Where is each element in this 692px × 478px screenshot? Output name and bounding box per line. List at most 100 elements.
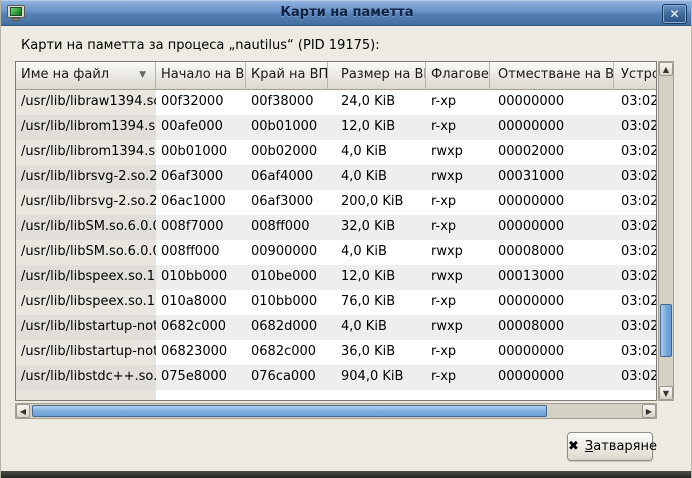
column-header-flags[interactable]: Флагове — [426, 62, 490, 90]
table-row[interactable]: /usr/lib/libSM.so.6.0.0008f7000008ff0003… — [16, 215, 657, 240]
cell-file: /usr/lib/libSM.so.6.0.0 — [16, 240, 156, 265]
cell-end: 010be000 — [246, 265, 328, 290]
scroll-left-button[interactable]: ◀ — [16, 404, 30, 418]
cell-start: 010a8000 — [156, 290, 246, 315]
cell-end: 00b02000 — [246, 140, 328, 165]
cell-size: 36,0 KiB — [328, 340, 426, 365]
cell-start: 008ff000 — [156, 240, 246, 265]
cell-flags: r-xp — [426, 340, 490, 365]
titlebar[interactable]: Карти на паметта ✕ — [1, 0, 692, 26]
table-row[interactable]: /usr/lib/librsvg-2.so.206ac100006af30002… — [16, 190, 657, 215]
horizontal-scrollbar[interactable]: ◀ ▶ — [15, 403, 657, 419]
table-row[interactable]: /usr/lib/libspeex.so.1010a8000010bb00076… — [16, 290, 657, 315]
cell-device: 03:02 — [614, 240, 657, 265]
column-header-filename[interactable]: Име на файл ▼ — [16, 62, 156, 90]
table-row[interactable]: /usr/lib/libraw1394.so00f3200000f3800024… — [16, 90, 657, 115]
close-x-icon: ✖ — [568, 439, 579, 454]
cell-end: 00b01000 — [246, 115, 328, 140]
column-header-vm-end[interactable]: Край на ВП — [246, 62, 328, 90]
cell-size: 4,0 KiB — [328, 140, 426, 165]
window-title: Карти на паметта — [1, 5, 692, 20]
cell-file: /usr/lib/librsvg-2.so.2 — [16, 190, 156, 215]
sort-descending-icon: ▼ — [139, 71, 146, 80]
cell-device: 03:02 — [614, 215, 657, 240]
table-body: /usr/lib/libraw1394.so00f3200000f3800024… — [16, 90, 657, 390]
cell-device: 03:02 — [614, 265, 657, 290]
cell-flags: r-xp — [426, 290, 490, 315]
table-row[interactable]: /usr/lib/libSM.so.6.0.0008ff000009000004… — [16, 240, 657, 265]
cell-size: 12,0 KiB — [328, 115, 426, 140]
cell-offset: 00000000 — [490, 290, 614, 315]
cell-start: 06af3000 — [156, 165, 246, 190]
cell-size: 4,0 KiB — [328, 315, 426, 340]
window-bottom-edge — [1, 471, 692, 478]
cell-file: /usr/lib/libSM.so.6.0.0 — [16, 215, 156, 240]
cell-start: 00f32000 — [156, 90, 246, 115]
cell-offset: 00000000 — [490, 365, 614, 390]
cell-flags: rwxp — [426, 265, 490, 290]
cell-file: /usr/lib/libspeex.so.1 — [16, 290, 156, 315]
cell-file: /usr/lib/libstartup-notification — [16, 315, 156, 340]
cell-end: 00900000 — [246, 240, 328, 265]
table-row[interactable]: /usr/lib/librom1394.so00b0100000b020004,… — [16, 140, 657, 165]
window-close-button[interactable]: ✕ — [662, 4, 687, 24]
cell-flags: r-xp — [426, 115, 490, 140]
cell-start: 00b01000 — [156, 140, 246, 165]
cell-end: 008ff000 — [246, 215, 328, 240]
cell-end: 010bb000 — [246, 290, 328, 315]
table-row[interactable]: /usr/lib/librom1394.so00afe00000b0100012… — [16, 115, 657, 140]
cell-device: 03:02 — [614, 365, 657, 390]
cell-size: 904,0 KiB — [328, 365, 426, 390]
table-row[interactable]: /usr/lib/librsvg-2.so.206af300006af40004… — [16, 165, 657, 190]
cell-end: 06af4000 — [246, 165, 328, 190]
table-row[interactable]: /usr/lib/libstartup-notification06823000… — [16, 340, 657, 365]
cell-start: 00afe000 — [156, 115, 246, 140]
close-dialog-button[interactable]: ✖Затваряне — [567, 432, 653, 461]
cell-offset: 00000000 — [490, 115, 614, 140]
column-header-vm-start[interactable]: Начало на ВП — [156, 62, 246, 90]
scroll-right-button[interactable]: ▶ — [642, 404, 656, 418]
cell-offset: 00008000 — [490, 315, 614, 340]
column-header-device[interactable]: Устройство — [614, 62, 657, 90]
memory-maps-dialog: Карти на паметта ✕ Карти на паметта за п… — [0, 0, 692, 478]
cell-start: 010bb000 — [156, 265, 246, 290]
cell-size: 200,0 KiB — [328, 190, 426, 215]
cell-flags: rwxp — [426, 315, 490, 340]
cell-start: 008f7000 — [156, 215, 246, 240]
cell-flags: rwxp — [426, 165, 490, 190]
cell-device: 03:02 — [614, 165, 657, 190]
cell-file: /usr/lib/librom1394.so — [16, 115, 156, 140]
cell-file: /usr/lib/librom1394.so — [16, 140, 156, 165]
cell-offset: 00031000 — [490, 165, 614, 190]
cell-file: /usr/lib/libstdc++.so.6 — [16, 365, 156, 390]
cell-size: 12,0 KiB — [328, 265, 426, 290]
process-description-label: Карти на паметта за процеса „nautilus“ (… — [21, 38, 380, 53]
cell-flags: rwxp — [426, 140, 490, 165]
cell-offset: 00000000 — [490, 215, 614, 240]
table-row[interactable]: /usr/lib/libstartup-notification0682c000… — [16, 315, 657, 340]
cell-start: 06ac1000 — [156, 190, 246, 215]
cell-device: 03:02 — [614, 340, 657, 365]
vertical-scrollbar[interactable]: ▲ ▼ — [658, 61, 674, 401]
cell-file: /usr/lib/libstartup-notification — [16, 340, 156, 365]
cell-device: 03:02 — [614, 90, 657, 115]
scroll-up-button[interactable]: ▲ — [659, 62, 673, 76]
cell-flags: r-xp — [426, 215, 490, 240]
table-row[interactable]: /usr/lib/libstdc++.so.6075e8000076ca0009… — [16, 365, 657, 390]
column-header-vm-size[interactable]: Размер на ВП — [328, 62, 426, 90]
cell-offset: 00000000 — [490, 90, 614, 115]
cell-start: 075e8000 — [156, 365, 246, 390]
cell-file: /usr/lib/librsvg-2.so.2 — [16, 165, 156, 190]
arrow-left-icon: ◀ — [20, 407, 26, 416]
arrow-right-icon: ▶ — [646, 407, 652, 416]
table-row[interactable]: /usr/lib/libspeex.so.1010bb000010be00012… — [16, 265, 657, 290]
cell-offset: 00013000 — [490, 265, 614, 290]
cell-device: 03:02 — [614, 115, 657, 140]
horizontal-scrollbar-thumb[interactable] — [32, 405, 547, 417]
scroll-down-button[interactable]: ▼ — [659, 386, 673, 400]
cell-size: 76,0 KiB — [328, 290, 426, 315]
column-header-vm-offset[interactable]: Отместване на ВП — [490, 62, 614, 90]
vertical-scrollbar-thumb[interactable] — [660, 304, 672, 357]
cell-file: /usr/lib/libraw1394.so — [16, 90, 156, 115]
cell-device: 03:02 — [614, 290, 657, 315]
